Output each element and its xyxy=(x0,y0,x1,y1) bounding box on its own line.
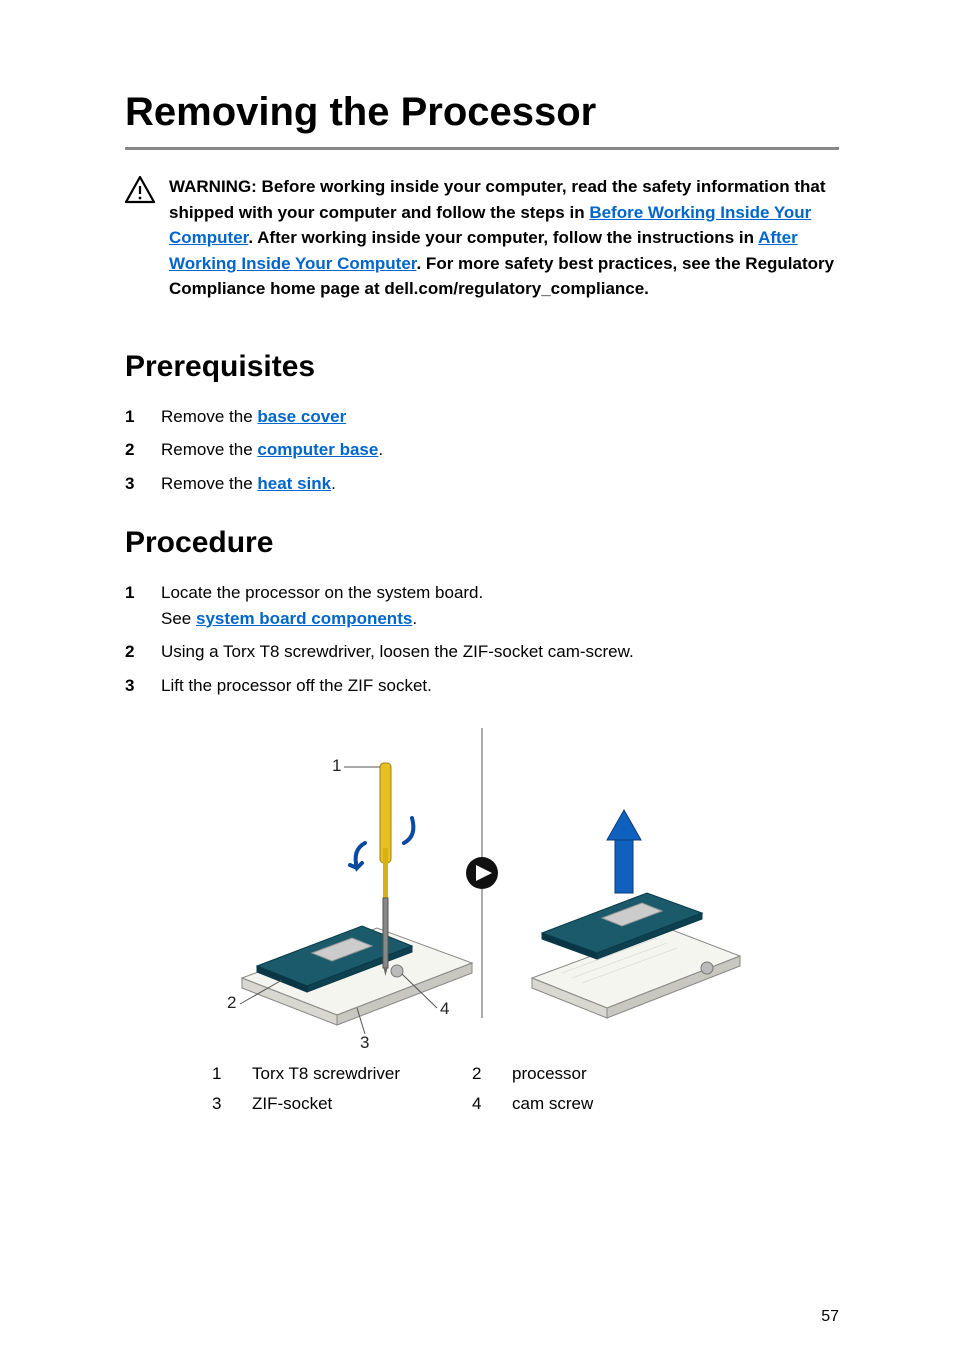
list-number: 3 xyxy=(125,471,139,497)
callout-4: 4 xyxy=(440,999,449,1018)
list-item: 1 Remove the base cover xyxy=(125,404,839,430)
list-item: 3 Lift the processor off the ZIF socket. xyxy=(125,673,839,699)
page-title: Removing the Processor xyxy=(125,90,839,150)
list-number: 1 xyxy=(125,404,139,430)
procedure-diagram: 1 2 3 4 xyxy=(212,728,752,1048)
legend-table: 1 Torx T8 screwdriver 2 processor 3 ZIF-… xyxy=(212,1064,752,1114)
list-text: Remove the heat sink. xyxy=(161,471,839,497)
procedure-heading: Procedure xyxy=(125,526,839,560)
legend-row: 3 ZIF-socket 4 cam screw xyxy=(212,1094,752,1114)
list-number: 2 xyxy=(125,437,139,463)
diagram-container: 1 2 3 4 xyxy=(125,728,839,1048)
list-text: Remove the base cover xyxy=(161,404,839,430)
legend-label: Torx T8 screwdriver xyxy=(252,1064,472,1084)
prerequisites-list: 1 Remove the base cover 2 Remove the com… xyxy=(125,404,839,497)
list-item: 2 Using a Torx T8 screwdriver, loosen th… xyxy=(125,639,839,665)
warning-icon xyxy=(125,176,155,204)
list-text: Remove the computer base. xyxy=(161,437,839,463)
legend-num: 4 xyxy=(472,1094,512,1114)
legend-label: ZIF-socket xyxy=(252,1094,472,1114)
legend-num: 3 xyxy=(212,1094,252,1114)
link-system-board[interactable]: system board components xyxy=(196,609,412,628)
page-number: 57 xyxy=(821,1308,839,1326)
legend-label: processor xyxy=(512,1064,752,1084)
callout-2: 2 xyxy=(227,993,236,1012)
list-item: 2 Remove the computer base. xyxy=(125,437,839,463)
legend-num: 1 xyxy=(212,1064,252,1084)
list-number: 2 xyxy=(125,639,139,665)
prerequisites-heading: Prerequisites xyxy=(125,350,839,384)
legend-num: 2 xyxy=(472,1064,512,1084)
warning-text: WARNING: Before working inside your comp… xyxy=(169,174,839,302)
warning-mid1: . After working inside your computer, fo… xyxy=(248,228,758,247)
legend-label: cam screw xyxy=(512,1094,752,1114)
link-computer-base[interactable]: computer base xyxy=(257,440,378,459)
list-item: 1 Locate the processor on the system boa… xyxy=(125,580,839,631)
link-base-cover[interactable]: base cover xyxy=(257,407,346,426)
list-number: 3 xyxy=(125,673,139,699)
warning-block: WARNING: Before working inside your comp… xyxy=(125,174,839,302)
procedure-list: 1 Locate the processor on the system boa… xyxy=(125,580,839,698)
callout-1: 1 xyxy=(332,756,341,775)
list-item: 3 Remove the heat sink. xyxy=(125,471,839,497)
list-number: 1 xyxy=(125,580,139,631)
callout-3: 3 xyxy=(360,1033,369,1048)
link-heat-sink[interactable]: heat sink xyxy=(257,474,331,493)
list-text: Using a Torx T8 screwdriver, loosen the … xyxy=(161,639,839,665)
legend-row: 1 Torx T8 screwdriver 2 processor xyxy=(212,1064,752,1084)
list-text: Locate the processor on the system board… xyxy=(161,580,839,631)
list-text: Lift the processor off the ZIF socket. xyxy=(161,673,839,699)
